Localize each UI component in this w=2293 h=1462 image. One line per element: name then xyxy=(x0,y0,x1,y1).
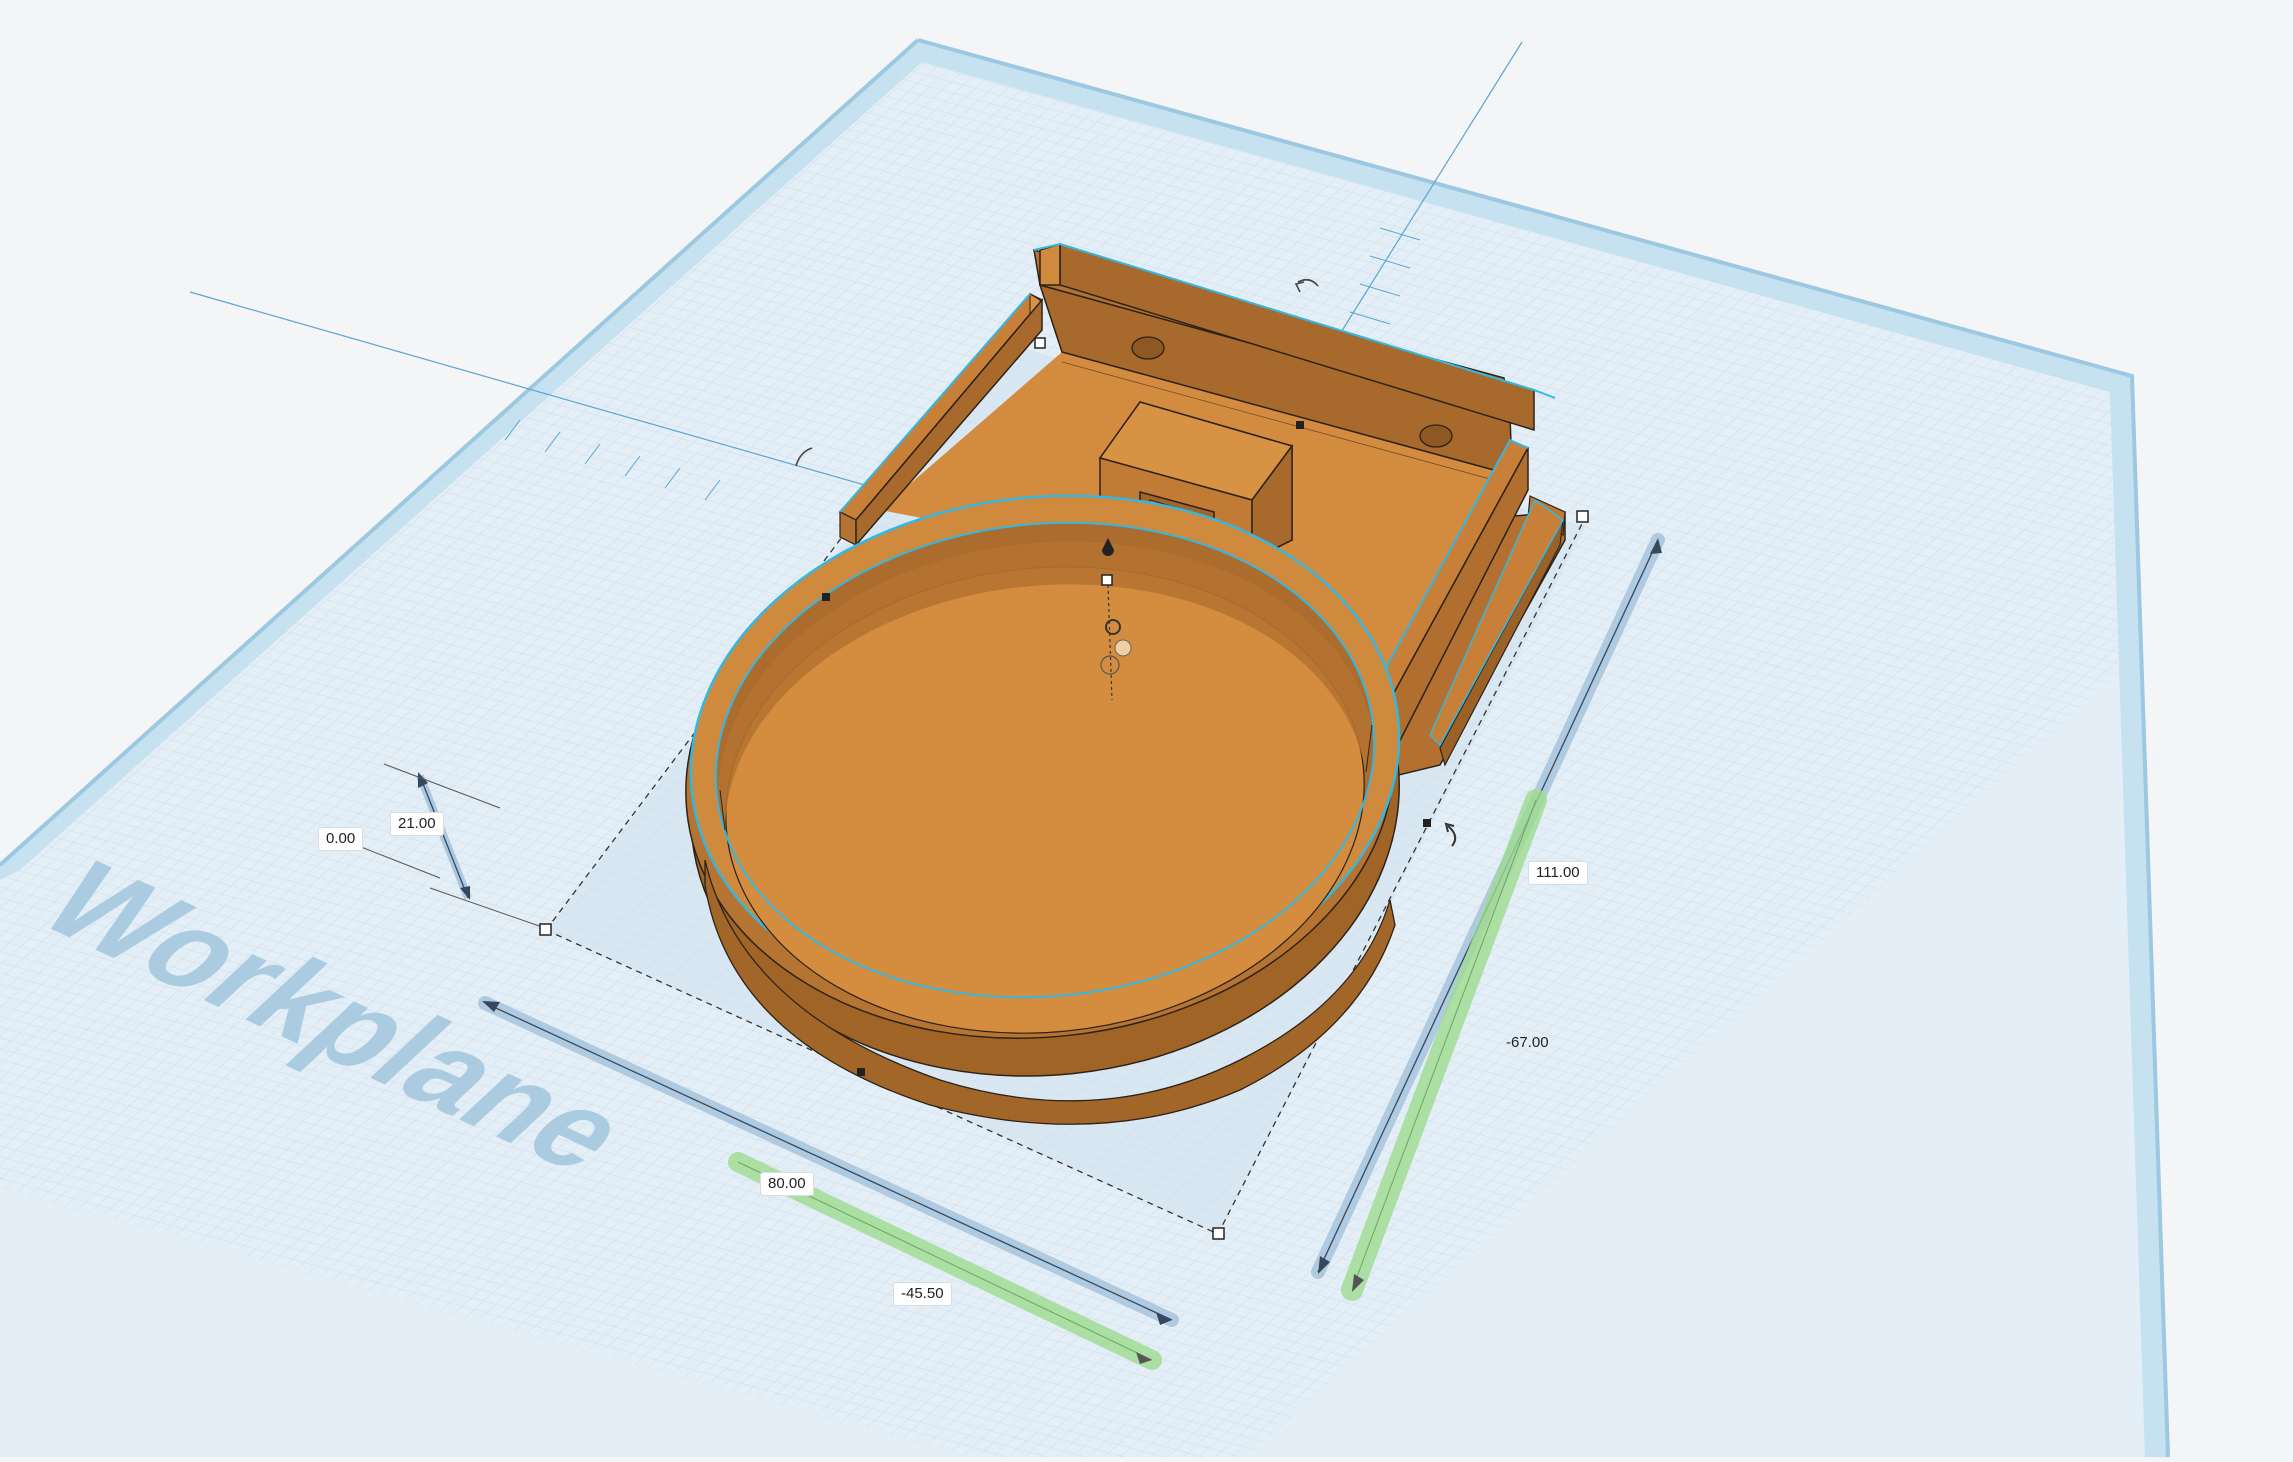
x-position-input[interactable]: -45.50 xyxy=(893,1282,952,1306)
resize-handle-icon xyxy=(539,923,552,936)
resize-handle-icon xyxy=(1212,1227,1225,1240)
resize-handle-icon xyxy=(1576,510,1589,523)
3d-viewport[interactable]: Workplane 21.00 0.00 80.00 -45.50 111.00… xyxy=(0,0,2293,1458)
length-input[interactable]: 111.00 xyxy=(1528,861,1588,885)
height-input[interactable]: 21.00 xyxy=(390,812,444,836)
snap-icon xyxy=(1114,639,1132,657)
resize-handle-icon xyxy=(1101,574,1113,586)
resize-handle-icon xyxy=(1034,337,1046,349)
elevation-input[interactable]: 0.00 xyxy=(318,827,364,851)
edge-handle-icon xyxy=(822,593,830,601)
width-input[interactable]: 80.00 xyxy=(760,1172,814,1196)
edge-handle-icon xyxy=(857,1068,865,1076)
edge-handle-icon xyxy=(1296,421,1304,429)
y-position-input[interactable]: -67.00 xyxy=(1498,1031,1557,1055)
workplane-scene[interactable]: Workplane xyxy=(0,0,2293,1458)
edge-handle-icon xyxy=(1423,819,1431,827)
